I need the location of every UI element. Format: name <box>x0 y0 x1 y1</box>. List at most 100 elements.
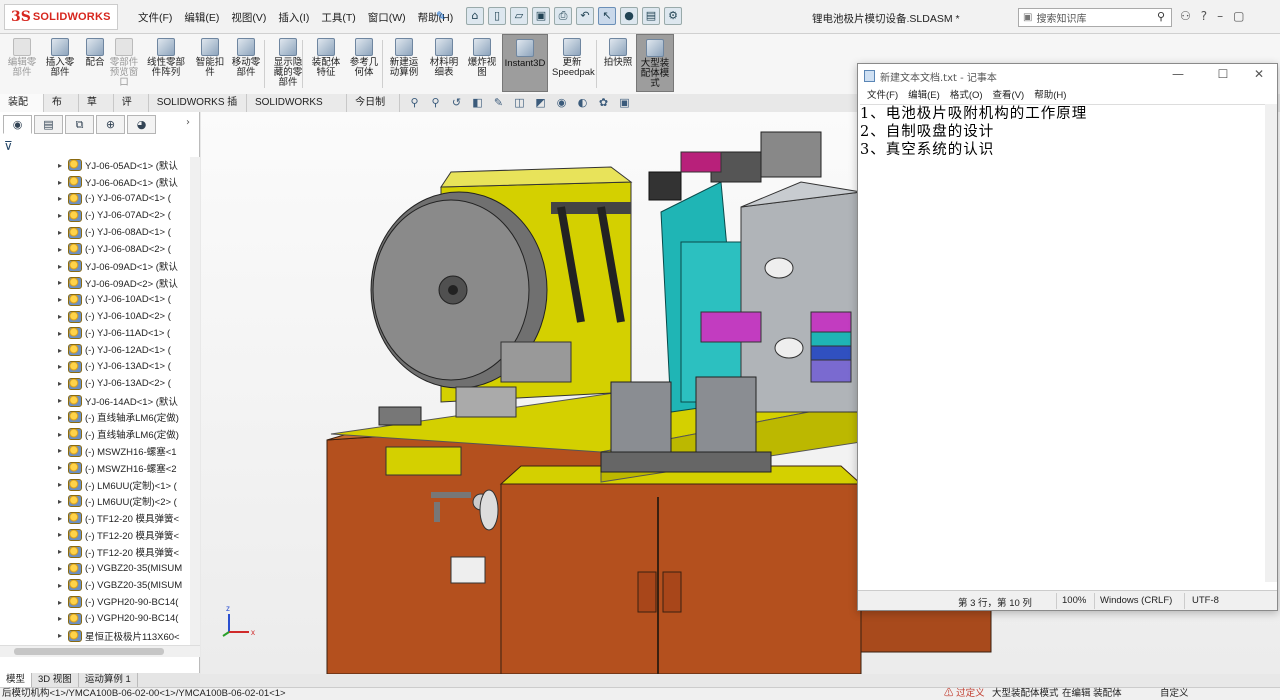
tree-item[interactable]: ▸ (-) VGBZ20-35(MISUM <box>0 560 200 577</box>
open-icon[interactable]: ▱ <box>510 7 528 25</box>
notepad-title-bar[interactable]: 新建文本文档.txt - 记事本 — ☐ ✕ <box>858 64 1277 88</box>
command-button-13[interactable]: Instant3D <box>502 34 548 92</box>
tree-item[interactable]: ▸ (-) LM6UU(定制)<1> ( <box>0 476 200 493</box>
expand-arrow-icon[interactable]: ▸ <box>58 362 68 371</box>
tree-item[interactable]: ▸ (-) YJ-06-13AD<1> ( <box>0 359 200 376</box>
notepad-menu-format[interactable]: 格式(O) <box>945 88 988 104</box>
expand-arrow-icon[interactable]: ▸ <box>58 530 68 539</box>
tree-item[interactable]: ▸ (-) YJ-06-10AD<1> ( <box>0 291 200 308</box>
command-button-10[interactable]: 新建运 动算例 <box>384 38 424 78</box>
expand-arrow-icon[interactable]: ▸ <box>58 631 68 640</box>
file-properties-icon[interactable]: ▤ <box>642 7 660 25</box>
expand-arrow-icon[interactable]: ▸ <box>58 497 68 506</box>
expand-arrow-icon[interactable]: ▸ <box>58 379 68 388</box>
notepad-menu-file[interactable]: 文件(F) <box>862 88 903 104</box>
edit-appearance-icon[interactable]: ◐ <box>574 96 591 112</box>
command-button-16[interactable]: 大型装 配体模 式 <box>636 34 674 92</box>
expand-arrow-icon[interactable]: ▸ <box>58 413 68 422</box>
display-manager-tab-icon[interactable]: ◕ <box>127 115 156 134</box>
tree-item[interactable]: ▸ (-) YJ-06-13AD<2> ( <box>0 375 200 392</box>
expand-arrow-icon[interactable]: ▸ <box>58 312 68 321</box>
over-defined-warning[interactable]: ⚠ 过定义 <box>944 688 985 700</box>
tree-item[interactable]: ▸ (-) TF12-20 模具弹簧< <box>0 543 200 560</box>
command-button-11[interactable]: 材料明 细表 <box>424 38 464 78</box>
command-button-14[interactable]: 更新 Speedpak <box>552 38 595 78</box>
tab-sketch[interactable]: 草图 <box>79 94 114 126</box>
help-icon[interactable]: ? <box>1201 9 1207 23</box>
tree-item[interactable]: ▸ (-) 直线轴承LM6(定做) <box>0 409 200 426</box>
tree-item[interactable]: ▸ (-) TF12-20 模具弹簧< <box>0 527 200 544</box>
zoom-to-fit-icon[interactable]: ⚲ <box>406 96 423 112</box>
tree-item[interactable]: ▸ 星恒正极极片113X60< <box>0 627 200 644</box>
chevron-right-icon[interactable]: › <box>186 117 190 128</box>
search-input[interactable]: 搜索知识库 <box>1036 10 1086 25</box>
tree-item[interactable]: ▸ (-) YJ-06-08AD<2> ( <box>0 241 200 258</box>
search-icon[interactable]: ⚲ <box>1157 10 1165 23</box>
tree-item[interactable]: ▸ (-) LM6UU(定制)<2> ( <box>0 493 200 510</box>
save-icon[interactable]: ▣ <box>532 7 550 25</box>
tree-item[interactable]: ▸ (-) TF12-20 模具弹簧< <box>0 510 200 527</box>
tree-item[interactable]: ▸ YJ-06-14AD<1> (默认 <box>0 392 200 409</box>
solidworks-logo[interactable]: 3S SOLIDWORKS <box>4 4 118 30</box>
notepad-scrollbar[interactable] <box>1265 104 1277 582</box>
tree-item[interactable]: ▸ (-) MSWZH16-螺塞<1 <box>0 443 200 460</box>
expand-arrow-icon[interactable]: ▸ <box>58 614 68 623</box>
dynamic-annotation-icon[interactable]: ✎ <box>490 96 507 112</box>
command-button-9[interactable]: 参考几 何体 <box>344 38 384 78</box>
command-button-12[interactable]: 爆炸视 图 <box>462 38 502 78</box>
expand-arrow-icon[interactable]: ▸ <box>58 228 68 237</box>
expand-arrow-icon[interactable]: ▸ <box>58 161 68 170</box>
dimxpert-tab-icon[interactable]: ⊕ <box>96 115 125 134</box>
tree-item[interactable]: ▸ YJ-06-09AD<1> (默认 <box>0 258 200 275</box>
tab-addins[interactable]: SOLIDWORKS 插件 <box>149 94 247 126</box>
tree-item[interactable]: ▸ (-) YJ-06-07AD<2> ( <box>0 207 200 224</box>
tab-mbd[interactable]: SOLIDWORKS MBD <box>247 94 348 126</box>
view-orientation-icon[interactable]: ◫ <box>511 96 528 112</box>
tab-manufacturing[interactable]: 今日制造 <box>347 94 401 126</box>
search-knowledge-base[interactable]: ▣ 搜索知识库 ⚲ <box>1018 8 1172 27</box>
expand-arrow-icon[interactable]: ▸ <box>58 598 68 607</box>
command-button-1[interactable]: 插入零 部件 <box>40 38 80 78</box>
notepad-menu-edit[interactable]: 编辑(E) <box>903 88 945 104</box>
expand-arrow-icon[interactable]: ▸ <box>58 194 68 203</box>
expand-arrow-icon[interactable]: ▸ <box>58 262 68 271</box>
notepad-menu-help[interactable]: 帮助(H) <box>1029 88 1071 104</box>
close-icon[interactable]: ✕ <box>1244 67 1274 81</box>
expand-arrow-icon[interactable]: ▸ <box>58 564 68 573</box>
tree-item[interactable]: ▸ (-) YJ-06-12AD<1> ( <box>0 342 200 359</box>
feature-tree-tab-icon[interactable]: ◉ <box>3 115 32 134</box>
new-document-icon[interactable]: ▯ <box>488 7 506 25</box>
tree-item[interactable]: ▸ YJ-06-06AD<1> (默认 <box>0 174 200 191</box>
expand-arrow-icon[interactable]: ▸ <box>58 178 68 187</box>
expand-arrow-icon[interactable]: ▸ <box>58 211 68 220</box>
display-style-icon[interactable]: ◩ <box>532 96 549 112</box>
command-button-6[interactable]: 移动零 部件 <box>226 38 266 78</box>
user-icon[interactable]: ⚇ <box>1180 9 1191 23</box>
rebuild-icon[interactable]: ● <box>620 7 638 25</box>
command-button-5[interactable]: 智能扣 件 <box>190 38 230 78</box>
minimize-icon[interactable]: — <box>1163 67 1193 81</box>
tree-item[interactable]: ▸ (-) YJ-06-08AD<1> ( <box>0 224 200 241</box>
command-button-3[interactable]: 零部件 预览窗 口 <box>104 38 144 88</box>
configuration-manager-tab-icon[interactable]: ⧉ <box>65 115 94 134</box>
tab-assembly[interactable]: 装配体 <box>0 94 44 126</box>
expand-arrow-icon[interactable]: ▸ <box>58 446 68 455</box>
menu-tools[interactable]: 工具(T) <box>315 10 361 25</box>
expand-arrow-icon[interactable]: ▸ <box>58 396 68 405</box>
tab-layout[interactable]: 布局 <box>44 94 79 126</box>
menu-view[interactable]: 视图(V) <box>225 10 272 25</box>
tab-3d-views[interactable]: 3D 视图 <box>32 673 79 687</box>
property-manager-tab-icon[interactable]: ▤ <box>34 115 63 134</box>
tree-item[interactable]: ▸ (-) VGBZ20-35(MISUM <box>0 577 200 594</box>
tab-model[interactable]: 模型 <box>0 673 33 687</box>
maximize-icon[interactable]: ☐ <box>1208 67 1238 81</box>
expand-arrow-icon[interactable]: ▸ <box>58 480 68 489</box>
restore-icon[interactable]: ▢ <box>1233 9 1244 23</box>
select-cursor-icon[interactable]: ↖ <box>598 7 616 25</box>
notepad-menu-view[interactable]: 查看(V) <box>988 88 1030 104</box>
tab-evaluate[interactable]: 评估 <box>114 94 149 126</box>
menu-edit[interactable]: 编辑(E) <box>178 10 225 25</box>
previous-view-icon[interactable]: ↺ <box>448 96 465 112</box>
expand-arrow-icon[interactable]: ▸ <box>58 547 68 556</box>
tree-item[interactable]: ▸ (-) 直线轴承LM6(定做) <box>0 426 200 443</box>
